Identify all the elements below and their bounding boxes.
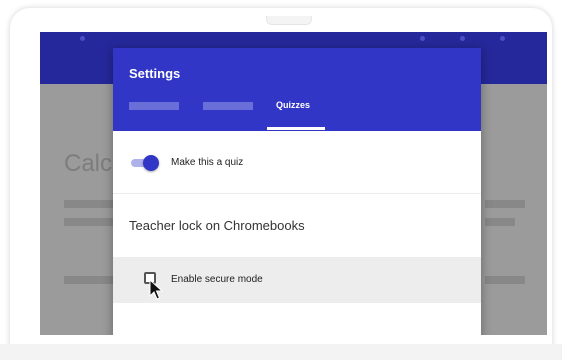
device-notch [266,16,312,25]
tab-quizzes[interactable]: Quizzes [276,100,310,110]
app-bar-icon [80,36,85,41]
placeholder-bar [485,200,525,208]
placeholder-bar [485,218,515,226]
quiz-toggle-switch[interactable] [143,155,159,171]
device-base [0,344,562,360]
form-title-background: Calc [64,150,113,177]
secure-mode-label: Enable secure mode [171,274,263,285]
tab-presentation[interactable] [203,102,253,110]
secure-mode-row[interactable]: Enable secure mode [113,257,481,303]
placeholder-bar [64,218,114,226]
dialog-title: Settings [129,66,181,81]
tab-general[interactable] [129,102,179,110]
app-bar-icon [420,36,425,41]
mouse-cursor-icon [149,279,163,300]
active-tab-indicator [267,127,325,130]
dialog-header: Settings Quizzes [113,48,481,131]
app-bar-icon [500,36,505,41]
make-quiz-row: Make this a quiz [113,131,481,194]
quiz-toggle-label: Make this a quiz [171,157,244,168]
placeholder-bar [485,276,525,284]
placeholder-bar [64,276,114,284]
app-bar-icon [460,36,465,41]
teacher-lock-heading: Teacher lock on Chromebooks [129,218,305,233]
